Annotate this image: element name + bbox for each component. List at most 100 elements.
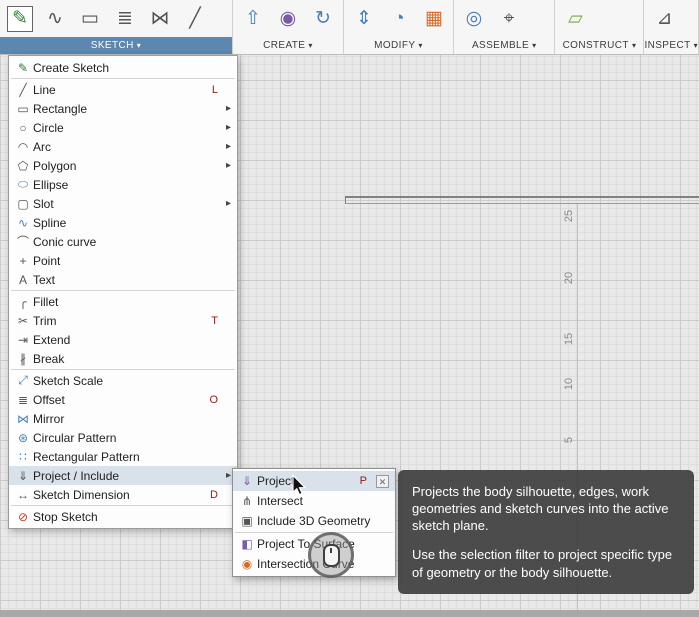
spline-icon[interactable]: ∿ [42, 6, 68, 32]
sketch-geometry-line-bottom[interactable] [345, 203, 699, 204]
submenu-item-project[interactable]: ⇓ Project P ✕ [233, 471, 395, 491]
menu-item-icon: ▭ [17, 101, 29, 116]
grid-scale-label: 20 [563, 271, 575, 285]
menu-tab-inspect[interactable]: INSPECT ▾ [644, 37, 698, 54]
menu-item-icon: + [19, 253, 27, 268]
toolbar-group-create: ⇧ ◉ ↻ CREATE ▾ [233, 0, 344, 54]
menu-item-icon: ⬭ [17, 177, 29, 191]
submenu-item-intersect[interactable]: ⋔ Intersect [233, 491, 395, 511]
revolve-icon[interactable]: ↻ [310, 6, 336, 32]
menu-item-label: Text [33, 272, 56, 287]
fillet-icon[interactable]: ◔ [386, 6, 412, 32]
menu-item-label: Rectangular Pattern [33, 449, 140, 464]
menu-item-circle[interactable]: ○ Circle ▸ [9, 118, 237, 137]
menu-item-icon: ○ [19, 120, 27, 135]
construction-plane-icon[interactable]: ▱ [562, 6, 588, 32]
create-sketch-icon[interactable]: ✎ [7, 5, 33, 32]
trim-icon[interactable]: ╱ [182, 6, 208, 32]
menu-item-arc[interactable]: ◠ Arc ▸ [9, 137, 237, 156]
chevron-down-icon: ▾ [532, 41, 537, 50]
joint-icon[interactable]: ◎ [461, 6, 487, 32]
menu-item-rectangular-pattern[interactable]: ∷ Rectangular Pattern [9, 447, 237, 466]
menu-item-conic-curve[interactable]: ⌒ Conic curve [9, 232, 237, 251]
menu-item-polygon[interactable]: ⬠ Polygon ▸ [9, 156, 237, 175]
menu-item-break[interactable]: ∦ Break [9, 349, 237, 368]
menu-item-point[interactable]: + Point [9, 251, 237, 270]
menu-tab-label: CREATE [263, 40, 306, 51]
menu-item-icon: ⌒ [16, 235, 29, 249]
menu-tab-assemble[interactable]: ASSEMBLE ▾ [454, 37, 555, 54]
menu-separator [11, 78, 235, 79]
menu-item-rectangle[interactable]: ▭ Rectangle ▸ [9, 99, 237, 118]
menu-item-sketch-scale[interactable]: ⤢ Sketch Scale [9, 371, 237, 390]
menu-item-icon: ∦ [20, 351, 26, 366]
menu-tab-modify[interactable]: MODIFY ▾ [344, 37, 453, 54]
menu-item-circular-pattern[interactable]: ⊛ Circular Pattern [9, 428, 237, 447]
menu-tab-construct[interactable]: CONSTRUCT ▾ [555, 37, 643, 54]
submenu-item-icon: ⇓ [241, 474, 253, 488]
close-icon[interactable]: ✕ [376, 474, 389, 488]
menu-item-extend[interactable]: ⇥ Extend [9, 330, 237, 349]
chevron-down-icon: ▾ [693, 41, 698, 50]
menu-item-stop-sketch[interactable]: ⊘ Stop Sketch [9, 507, 237, 526]
menu-tab-label: SKETCH [90, 40, 134, 51]
toolbar-icon-row: ✎ ∿ ▭ ≣ ⋈ ╱ [0, 0, 232, 37]
menu-item-icon: ◠ [17, 139, 29, 154]
parameters-icon[interactable]: ▦ [421, 6, 447, 32]
menu-item-icon: ▢ [17, 196, 29, 211]
mirror-icon[interactable]: ⋈ [147, 6, 173, 32]
toolbar-icon-row: ⊿ [644, 0, 698, 37]
sketch-geometry-end-cap[interactable] [345, 196, 346, 204]
submenu-arrow-icon: ▸ [225, 470, 231, 481]
menu-tab-sketch[interactable]: SKETCH ▾ [0, 37, 232, 54]
menu-item-text[interactable]: A Text [9, 270, 237, 289]
menu-item-line[interactable]: ╱ Line L [9, 80, 237, 99]
submenu-item-icon: ⋔ [241, 494, 253, 508]
menu-item-label: Create Sketch [33, 60, 110, 75]
sketch-menu: ✎ Create Sketch ╱ Line L ▭ Rectangle ▸ ○… [8, 55, 238, 529]
submenu-arrow-icon: ▸ [225, 103, 231, 114]
menu-item-slot[interactable]: ▢ Slot ▸ [9, 194, 237, 213]
measure-icon[interactable]: ⊿ [651, 6, 677, 32]
menu-item-spline[interactable]: ∿ Spline [9, 213, 237, 232]
menu-item-icon: ⇓ [17, 468, 29, 483]
menu-item-ellipse[interactable]: ⬭ Ellipse [9, 175, 237, 194]
menu-item-trim[interactable]: ✂ Trim T [9, 311, 237, 330]
menu-item-fillet[interactable]: ╭ Fillet [9, 292, 237, 311]
press-pull-icon[interactable]: ⇕ [351, 6, 377, 32]
menu-item-sketch-dimension[interactable]: ↔ Sketch Dimension D [9, 485, 237, 504]
menu-item-icon: ✎ [17, 60, 29, 75]
menu-item-create-sketch[interactable]: ✎ Create Sketch [9, 58, 237, 77]
chevron-down-icon: ▾ [418, 41, 423, 50]
toolbar-group-sketch: ✎ ∿ ▭ ≣ ⋈ ╱ SKETCH ▾ [0, 0, 233, 54]
submenu-arrow-icon: ▸ [225, 122, 231, 133]
menu-item-label: Extend [33, 332, 71, 347]
menu-separator [235, 532, 393, 533]
menu-item-offset[interactable]: ≣ Offset O [9, 390, 237, 409]
menu-tab-create[interactable]: CREATE ▾ [233, 37, 343, 54]
submenu-item-include-3d-geometry[interactable]: ▣ Include 3D Geometry [233, 511, 395, 531]
offset-icon[interactable]: ≣ [112, 6, 138, 32]
chevron-down-icon: ▾ [631, 41, 637, 50]
grid-scale-label: 10 [563, 377, 575, 391]
menu-item-mirror[interactable]: ⋈ Mirror [9, 409, 237, 428]
main-toolbar: ✎ ∿ ▭ ≣ ⋈ ╱ SKETCH ▾ ⇧ ◉ ↻ CREATE ▾ ⇕ ◔ ▦ MODIFY … [0, 0, 699, 55]
menu-item-icon: ∷ [19, 449, 27, 464]
menu-item-shortcut: L [211, 83, 218, 96]
submenu-item-label: Intersect [257, 494, 304, 508]
toolbar-icon-row: ⇕ ◔ ▦ [344, 0, 453, 37]
rectangle-icon[interactable]: ▭ [77, 6, 103, 32]
menu-item-icon: ╱ [19, 82, 27, 97]
interference-icon[interactable]: ⌖ [496, 6, 522, 32]
menu-item-project-include[interactable]: ⇓ Project / Include ▸ [9, 466, 237, 485]
menu-item-label: Stop Sketch [33, 509, 98, 524]
menu-item-label: Fillet [33, 294, 59, 309]
sketch-geometry-line-top[interactable] [345, 196, 699, 198]
submenu-item-label: Include 3D Geometry [257, 514, 371, 528]
form-icon[interactable]: ◉ [275, 6, 301, 32]
menu-item-label: Mirror [33, 411, 65, 426]
toolbar-group-assemble: ◎ ⌖ ASSEMBLE ▾ [454, 0, 556, 54]
tooltip: Projects the body silhouette, edges, wor… [398, 470, 694, 594]
menu-item-label: Arc [33, 139, 51, 154]
extrude-icon[interactable]: ⇧ [240, 6, 266, 32]
